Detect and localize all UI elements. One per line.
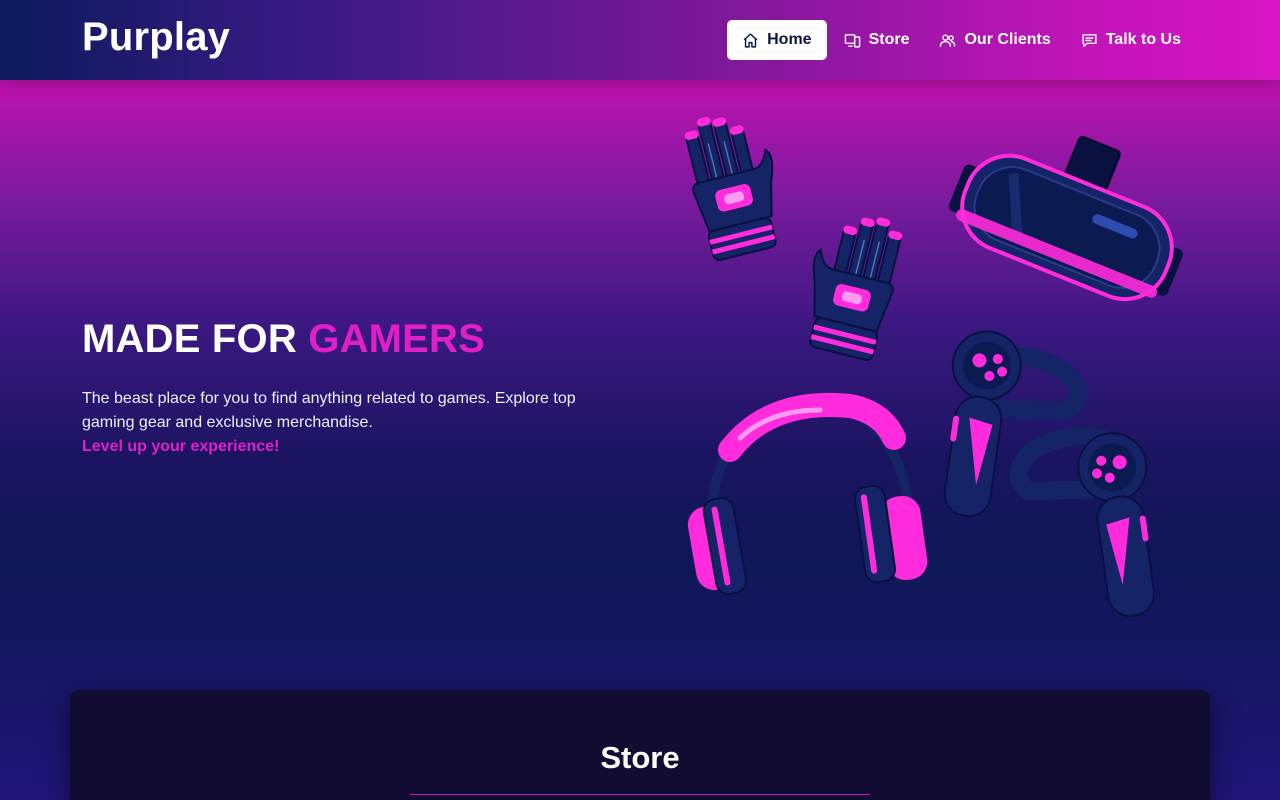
nav-home[interactable]: Home — [727, 20, 827, 60]
chat-icon — [1082, 33, 1097, 47]
main-nav: Home Store Our Clients Talk to Us — [727, 20, 1196, 60]
nav-store-label: Store — [868, 31, 910, 48]
nav-home-label: Home — [767, 31, 812, 48]
nav-talk-to-us[interactable]: Talk to Us — [1066, 20, 1196, 60]
navbar: Purplay Home Store Our Clients Talk to U… — [0, 0, 1280, 80]
devices-icon — [844, 33, 860, 48]
gaming-gear-illustration — [684, 117, 1183, 618]
vr-glove-right-icon — [809, 217, 903, 362]
hero-title-accent: GAMERS — [308, 317, 486, 361]
headphones-icon — [687, 393, 928, 595]
nav-our-clients[interactable]: Our Clients — [924, 20, 1065, 60]
store-title-divider — [410, 794, 870, 795]
vr-glove-left-icon — [684, 117, 777, 262]
hero-cta: Level up your experience! — [82, 438, 280, 455]
store-title: Store — [600, 740, 680, 775]
hero-description: The beast place for you to find anything… — [82, 390, 576, 431]
users-icon — [940, 33, 956, 47]
home-icon — [743, 32, 758, 48]
vr-headset-icon — [948, 135, 1183, 302]
hero-title: MADE FOR GAMERS — [82, 317, 485, 362]
nav-store[interactable]: Store — [829, 20, 925, 60]
vr-controller-right-icon — [1009, 427, 1156, 618]
hero-title-main: MADE FOR — [82, 317, 297, 361]
nav-our-clients-label: Our Clients — [964, 31, 1051, 48]
nav-talk-to-us-label: Talk to Us — [1105, 31, 1181, 48]
brand-logo[interactable]: Purplay — [82, 15, 230, 60]
